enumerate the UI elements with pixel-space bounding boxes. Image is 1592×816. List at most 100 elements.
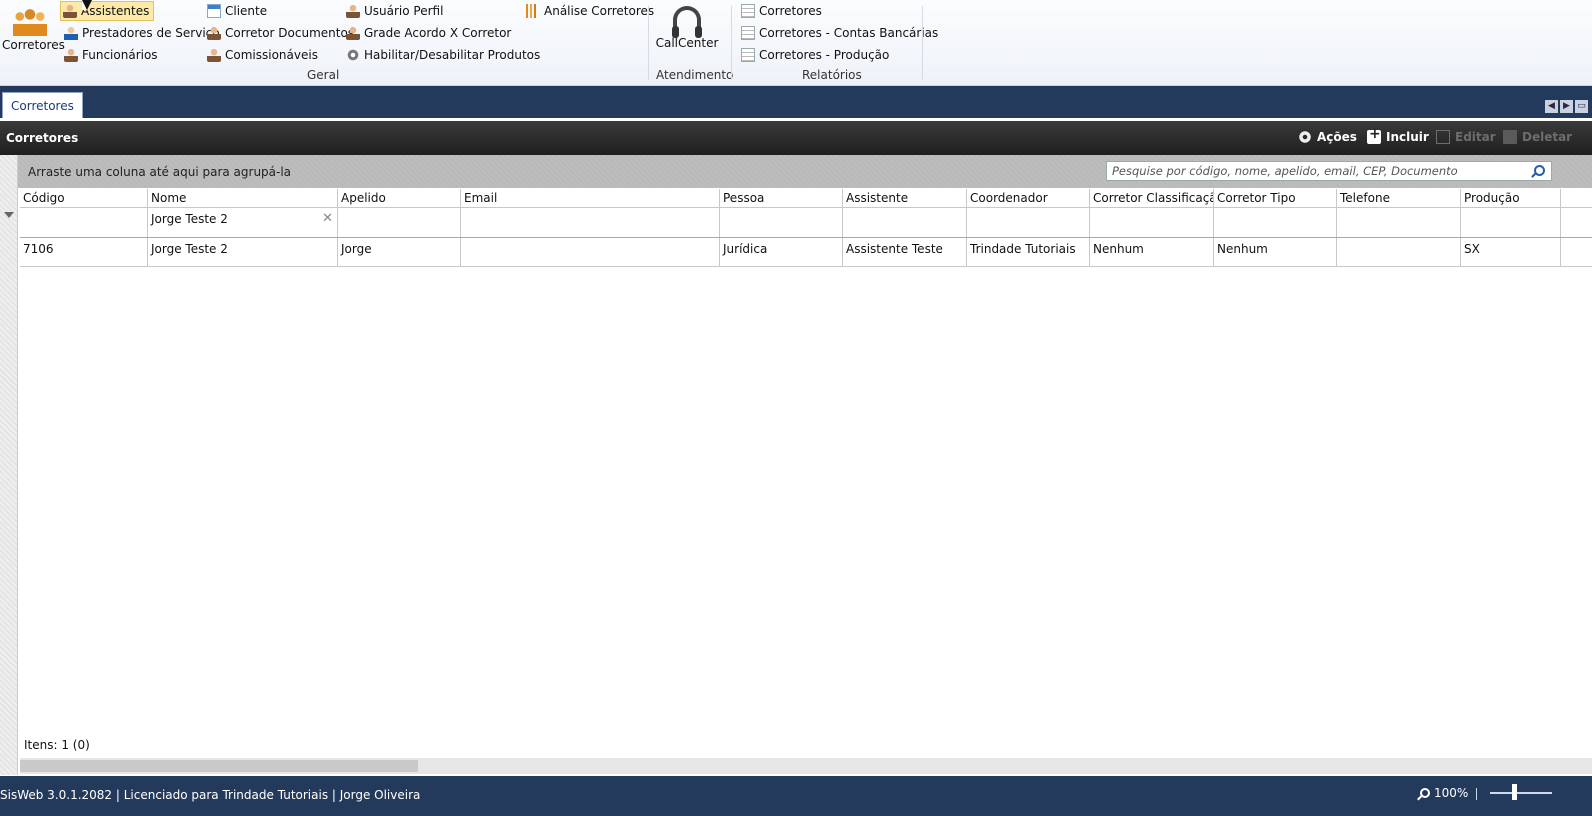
close-icon[interactable]: ✕ — [322, 208, 333, 230]
gear-icon — [346, 48, 360, 62]
filter-icon — [4, 212, 14, 218]
mouse-cursor-icon — [82, 0, 92, 10]
ribbon-item-label: Corretores - Produção — [759, 48, 890, 62]
ribbon-item-label: Habilitar/Desabilitar Produtos — [364, 48, 541, 62]
filter-cell-tipo[interactable] — [1214, 208, 1337, 237]
incluir-button[interactable]: Incluir — [1367, 126, 1429, 144]
search-icon[interactable] — [1534, 165, 1545, 176]
tab-corretores[interactable]: Corretores — [2, 92, 83, 118]
zoom-slider-thumb[interactable] — [1512, 784, 1517, 800]
cell-assistente: Assistente Teste — [843, 238, 967, 266]
user-icon — [346, 26, 360, 40]
plus-icon — [1367, 126, 1381, 144]
window-list-icon[interactable]: ▭ — [1575, 100, 1588, 113]
ribbon-item-label: Grade Acordo X Corretor — [364, 26, 512, 40]
app-window: Corretores Assistentes Prestadores de Se… — [0, 0, 1592, 816]
filter-cell-codigo[interactable] — [20, 208, 148, 237]
cell-email — [461, 238, 720, 266]
user-icon — [64, 48, 78, 62]
document-icon — [741, 48, 755, 62]
ribbon-item-label: Corretores - Contas Bancárias — [759, 26, 939, 40]
people-icon — [13, 6, 47, 36]
filter-cell-nome[interactable]: Jorge Teste 2 ✕ — [148, 208, 338, 237]
filter-cell-email[interactable] — [461, 208, 720, 237]
corretores-big-label: Corretores — [2, 38, 65, 52]
row-indicator-gutter — [0, 155, 18, 775]
cell-coordenador: Trindade Tutoriais — [967, 238, 1090, 266]
column-header-pessoa[interactable]: Pessoa — [720, 189, 843, 207]
table-row[interactable]: 7106 Jorge Teste 2 Jorge Jurídica Assist… — [20, 238, 1592, 267]
column-header-producao[interactable]: Produção — [1461, 189, 1561, 207]
status-bar: SisWeb 3.0.1.2082 | Licenciado para Trin… — [0, 776, 1592, 816]
filter-cell-apelido[interactable] — [338, 208, 461, 237]
edit-icon — [1436, 130, 1450, 144]
ribbon-item-label: Cliente — [225, 4, 268, 18]
filter-cell-producao[interactable] — [1461, 208, 1561, 237]
filter-cell-telefone[interactable] — [1337, 208, 1461, 237]
callcenter-button[interactable]: CallCenter — [654, 6, 720, 50]
ribbon-item-funcionarios[interactable]: Funcionários — [64, 45, 158, 65]
items-count: Itens: 1 (0) — [24, 738, 90, 752]
deletar-button[interactable]: Deletar — [1503, 130, 1572, 144]
trash-icon — [1503, 130, 1517, 144]
ribbon-separator — [922, 6, 923, 80]
ribbon: Corretores Assistentes Prestadores de Se… — [0, 0, 1592, 86]
column-header-nome[interactable]: Nome — [148, 189, 338, 207]
chart-icon — [526, 4, 540, 18]
ribbon-item-label: Usuário Perfil — [364, 4, 444, 18]
editar-button[interactable]: Editar — [1436, 130, 1496, 144]
chevron-right-icon[interactable]: ▶ — [1560, 100, 1573, 113]
column-header-email[interactable]: Email — [461, 189, 720, 207]
chevron-left-icon[interactable]: ◀ — [1545, 100, 1558, 113]
calendar-icon — [207, 4, 221, 18]
filter-cell-assistente[interactable] — [843, 208, 967, 237]
filter-cell-coordenador[interactable] — [967, 208, 1090, 237]
cell-codigo: 7106 — [20, 238, 148, 266]
ribbon-separator — [731, 6, 732, 80]
column-header-coordenador[interactable]: Coordenador — [967, 189, 1090, 207]
scrollbar-thumb[interactable] — [20, 760, 418, 772]
incluir-label: Incluir — [1386, 130, 1429, 144]
filter-cell-classificacao[interactable] — [1090, 208, 1214, 237]
document-icon — [741, 26, 755, 40]
header-row: Código Nome Apelido Email Pessoa Assiste… — [20, 189, 1592, 208]
filter-row: Jorge Teste 2 ✕ — [20, 208, 1592, 238]
column-header-tipo[interactable]: Corretor Tipo — [1214, 189, 1337, 207]
column-header-classificacao[interactable]: Corretor Classificação — [1090, 189, 1214, 207]
ribbon-item-label: Corretor Documentos — [225, 26, 355, 40]
horizontal-scrollbar[interactable] — [20, 758, 1592, 774]
group-by-area[interactable]: Arraste uma coluna até aqui para agrupá-… — [18, 155, 1592, 188]
panel-header: Corretores Ações Incluir Editar Deletar — [0, 121, 1592, 155]
group-hint: Arraste uma coluna até aqui para agrupá-… — [28, 165, 292, 179]
ribbon-item-habilitar-produtos[interactable]: Habilitar/Desabilitar Produtos — [346, 45, 540, 65]
headset-icon — [672, 6, 702, 38]
ribbon-item-assistentes[interactable]: Assistentes — [60, 1, 155, 21]
column-header-codigo[interactable]: Código — [20, 189, 148, 207]
column-header-assistente[interactable]: Assistente — [843, 189, 967, 207]
column-header-apelido[interactable]: Apelido — [338, 189, 461, 207]
group-label-geral: Geral — [307, 68, 340, 82]
ribbon-separator — [648, 6, 649, 80]
ribbon-item-corretor-documentos[interactable]: Corretor Documentos — [207, 23, 354, 43]
filter-cell-pessoa[interactable] — [720, 208, 843, 237]
ribbon-item-grade-acordo[interactable]: Grade Acordo X Corretor — [346, 23, 511, 43]
ribbon-item-comissionaveis[interactable]: Comissionáveis — [207, 45, 318, 65]
acoes-button[interactable]: Ações — [1298, 130, 1357, 144]
column-header-telefone[interactable]: Telefone — [1337, 189, 1461, 207]
report-item-contas-bancarias[interactable]: Corretores - Contas Bancárias — [741, 23, 938, 43]
group-label-relatorios: Relatórios — [802, 68, 862, 82]
report-item-producao[interactable]: Corretores - Produção — [741, 45, 889, 65]
report-item-corretores[interactable]: Corretores — [741, 1, 822, 21]
ribbon-item-analise-corretores[interactable]: Análise Corretores — [526, 1, 654, 21]
group-label-atendimento: Atendimento — [656, 68, 734, 82]
filter-value-nome: Jorge Teste 2 — [151, 212, 228, 226]
user-blue-icon — [64, 26, 78, 40]
ribbon-item-prestadores[interactable]: Prestadores de Serviço — [64, 23, 220, 43]
zoom-slider-track[interactable] — [1490, 792, 1552, 794]
cell-tipo: Nenhum — [1214, 238, 1337, 266]
cell-classificacao: Nenhum — [1090, 238, 1214, 266]
corretores-big-button[interactable]: Corretores — [2, 6, 65, 52]
search-input[interactable]: Pesquise por código, nome, apelido, emai… — [1106, 161, 1552, 181]
ribbon-item-usuario-perfil[interactable]: Usuário Perfil — [346, 1, 443, 21]
ribbon-item-cliente[interactable]: Cliente — [207, 1, 267, 21]
